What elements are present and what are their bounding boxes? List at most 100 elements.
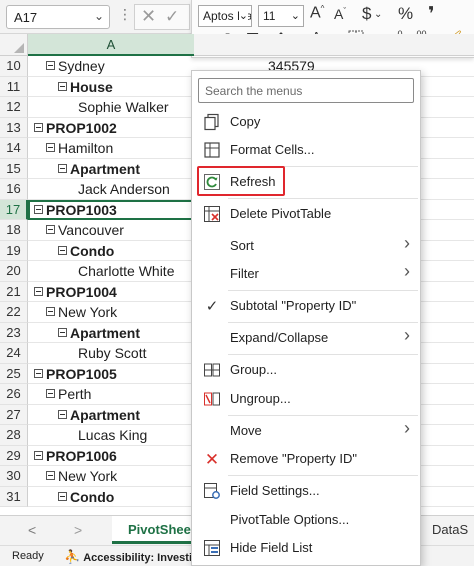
menu-item-format-cells[interactable]: Format Cells... [192,136,420,164]
pivot-cell[interactable]: House [28,77,194,97]
chevron-right-icon[interactable]: > [74,522,82,538]
pivot-cell[interactable]: Apartment [28,159,194,179]
menu-separator [228,415,418,416]
pivot-cell[interactable]: Charlotte White [28,261,194,282]
menu-item-subtotal-property-id[interactable]: ✓ Subtotal "Property ID" [192,292,420,320]
collapse-button-icon[interactable] [58,163,67,173]
row-number[interactable]: 26 [0,384,28,405]
menu-item-pivottable-options[interactable]: PivotTable Options... [192,506,420,534]
font-size-select[interactable]: 11 ⌄ [258,5,304,27]
menu-item-delete-pivottable[interactable]: Delete PivotTable [192,200,420,228]
row-number[interactable]: 16 [0,179,28,200]
font-name-select[interactable]: Aptos Narrow ⌄ [198,5,252,27]
row-number[interactable]: 15 [0,158,28,179]
chevron-down-icon[interactable]: ⌄ [94,9,104,23]
collapse-button-icon[interactable] [46,225,55,234]
collapse-button-icon[interactable] [46,389,55,398]
tab-datasheet[interactable]: DataS [432,522,468,537]
row-number[interactable]: 30 [0,466,28,487]
select-all-button[interactable] [0,34,28,56]
collapse-button-icon[interactable] [34,286,43,296]
row-number[interactable]: 24 [0,343,28,364]
pivot-cell[interactable]: PROP1004 [28,282,194,302]
pivot-cell[interactable]: Hamilton [28,138,194,159]
menu-item-label: Format Cells... [230,142,315,157]
row-number[interactable]: 25 [0,363,28,384]
collapse-button-icon[interactable] [46,61,55,70]
row-number[interactable]: 10 [0,56,28,77]
column-header-a[interactable]: A [28,34,194,56]
pivot-cell[interactable]: PROP1002 [28,118,194,138]
menu-item-copy[interactable]: Copy [192,108,420,136]
collapse-button-icon[interactable] [58,491,67,501]
percent-icon[interactable]: % [398,4,413,24]
pivot-cell-text: Vancouver [58,222,124,238]
enter-icon[interactable]: ✓ [165,7,179,27]
collapse-button-icon[interactable] [58,245,67,255]
row-number[interactable]: 14 [0,138,28,159]
collapse-button-icon[interactable] [34,450,43,460]
pivot-cell[interactable]: New York [28,466,194,487]
pivot-cell[interactable]: Perth [28,384,194,405]
collapse-button-icon[interactable] [46,307,55,316]
row-number[interactable]: 13 [0,117,28,138]
menu-item-remove-property-id[interactable]: ✕ Remove "Property ID" [192,445,420,473]
pivot-cell[interactable]: PROP1003 [28,199,194,220]
pivot-cell[interactable]: New York [28,302,194,323]
menu-item-group[interactable]: Group... [192,356,420,384]
menu-item-sort[interactable]: Sort › [192,232,420,260]
menu-search-input[interactable]: Search the menus [198,78,414,103]
row-number[interactable]: 23 [0,322,28,343]
menu-item-expand-collapse[interactable]: Expand/Collapse › [192,324,420,352]
menu-item-hide-field-list[interactable]: Hide Field List [192,534,420,562]
pivot-cell[interactable]: Condo [28,487,194,507]
menu-item-field-settings[interactable]: Field Settings... [192,477,420,505]
currency-icon[interactable]: $ [362,4,371,24]
collapse-button-icon[interactable] [58,327,67,337]
pivot-cell[interactable]: Apartment [28,323,194,343]
decrease-font-icon[interactable]: Aˇ [334,6,346,22]
menu-item-filter[interactable]: Filter › [192,260,420,288]
pivot-cell[interactable]: Apartment [28,405,194,425]
name-box[interactable]: A17 ⌄ [6,5,110,29]
tab-pivotsheet[interactable]: PivotSheet [112,516,192,544]
collapse-button-icon[interactable] [58,409,67,419]
row-number[interactable]: 11 [0,76,28,97]
delete-pivottable-icon [202,205,222,223]
pivot-cell[interactable]: Jack Anderson [28,179,194,200]
row-number[interactable]: 19 [0,240,28,261]
row-number[interactable]: 28 [0,425,28,446]
pivot-cell[interactable]: PROP1005 [28,364,194,384]
menu-item-move[interactable]: Move › [192,417,420,445]
row-number[interactable]: 21 [0,281,28,302]
cancel-icon[interactable]: ✕ [141,6,156,27]
row-number[interactable]: 18 [0,220,28,241]
collapse-button-icon[interactable] [34,204,43,214]
pivot-cell[interactable]: Lucas King [28,425,194,446]
row-number[interactable]: 17 [0,199,28,220]
comma-style-icon[interactable]: ❜ [428,3,435,26]
row-number[interactable]: 20 [0,261,28,282]
pivot-cell[interactable]: Vancouver [28,220,194,241]
row-number[interactable]: 31 [0,486,28,507]
chevron-down-icon[interactable]: ⌄ [374,9,382,20]
row-number[interactable]: 12 [0,97,28,118]
menu-item-ungroup[interactable]: Ungroup... [192,385,420,413]
collapse-button-icon[interactable] [46,143,55,152]
formula-actions: ✕ ✓ [134,4,190,30]
chevron-left-icon[interactable]: < [28,522,36,538]
pivot-cell[interactable]: Ruby Scott [28,343,194,364]
pivot-cell[interactable]: PROP1006 [28,446,194,466]
more-options-icon[interactable]: ⋮ [118,6,132,23]
pivot-cell[interactable]: Sydney [28,56,194,77]
collapse-button-icon[interactable] [34,122,43,132]
row-number[interactable]: 29 [0,445,28,466]
row-number[interactable]: 22 [0,302,28,323]
increase-font-icon[interactable]: A^ [310,4,324,22]
pivot-cell[interactable]: Sophie Walker [28,97,194,118]
row-number[interactable]: 27 [0,404,28,425]
collapse-button-icon[interactable] [34,368,43,378]
collapse-button-icon[interactable] [58,81,67,91]
pivot-cell[interactable]: Condo [28,241,194,261]
collapse-button-icon[interactable] [46,471,55,480]
